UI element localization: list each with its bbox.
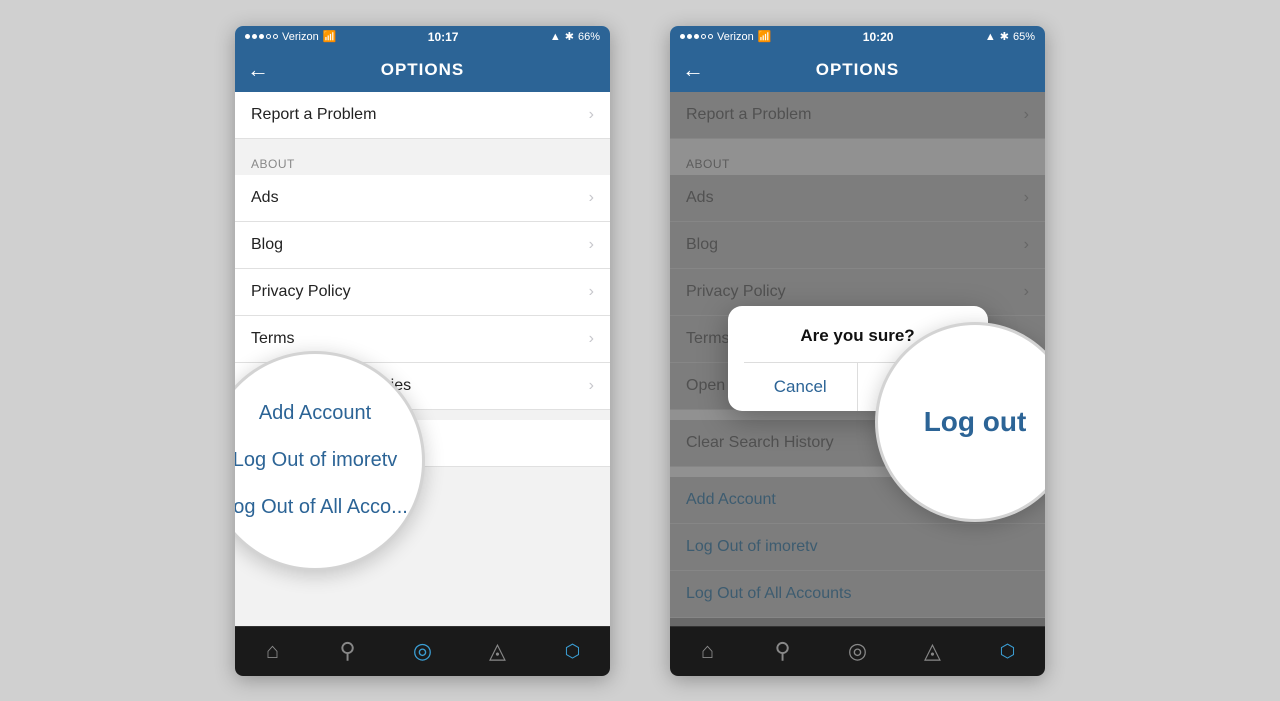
profile-icon-left: ⬡: [565, 641, 581, 662]
search-icon-right: ⚲: [774, 638, 790, 664]
list-item-privacy-left[interactable]: Privacy Policy ›: [235, 269, 610, 316]
magnifier-add-account[interactable]: Add Account: [235, 396, 422, 431]
home-icon-left: ⌂: [266, 638, 279, 664]
signal-dots-right: [680, 34, 713, 39]
camera-icon-left: ◎: [413, 638, 432, 664]
rdot4: [701, 34, 706, 39]
tab-camera-left[interactable]: ◎: [385, 627, 460, 676]
tab-profile-left[interactable]: ⬡: [535, 627, 610, 676]
dot1: [245, 34, 250, 39]
status-left-info: Verizon 📶: [245, 30, 336, 43]
tab-chat-left[interactable]: ◬: [460, 627, 535, 676]
tab-chat-right[interactable]: ◬: [895, 627, 970, 676]
chat-icon-right: ◬: [924, 638, 941, 664]
camera-icon-right: ◎: [848, 638, 867, 664]
status-right-right-info: ▲ ✱ 65%: [985, 30, 1035, 43]
gps-icon: ▲: [550, 31, 561, 43]
magnifier-logout-all[interactable]: Log Out of All Acco...: [235, 490, 422, 525]
magnifier-logout-imoretv[interactable]: Log Out of imoretv: [235, 443, 422, 478]
phone-left: Verizon 📶 10:17 ▲ ✱ 66% ← OPTIONS Report…: [235, 26, 610, 676]
dot4: [266, 34, 271, 39]
nav-bar-left: ← OPTIONS: [235, 48, 610, 92]
tab-search-right[interactable]: ⚲: [745, 627, 820, 676]
dot5: [273, 34, 278, 39]
bt-icon: ✱: [565, 30, 574, 43]
wifi-icon: 📶: [323, 30, 337, 43]
list-item-blog-left[interactable]: Blog ›: [235, 222, 610, 269]
gps-icon-right: ▲: [985, 31, 996, 43]
rdot1: [680, 34, 685, 39]
report-label-left: Report a Problem: [251, 106, 376, 124]
tab-home-right[interactable]: ⌂: [670, 627, 745, 676]
battery-right: 65%: [1013, 31, 1035, 43]
content-left: Report a Problem › ABOUT Ads › Blog › Pr…: [235, 92, 610, 626]
dot2: [252, 34, 257, 39]
tab-profile-right[interactable]: ⬡: [970, 627, 1045, 676]
home-icon-right: ⌂: [701, 638, 714, 664]
status-bar-left: Verizon 📶 10:17 ▲ ✱ 66%: [235, 26, 610, 48]
privacy-label-left: Privacy Policy: [251, 283, 351, 301]
nav-bar-right: ← OPTIONS: [670, 48, 1045, 92]
status-right-left-info: Verizon 📶: [680, 30, 771, 43]
tab-search-left[interactable]: ⚲: [310, 627, 385, 676]
dot3: [259, 34, 264, 39]
nav-title-right: OPTIONS: [816, 60, 900, 80]
time-right: 10:20: [863, 30, 894, 44]
blog-label-left: Blog: [251, 236, 283, 254]
ads-label-left: Ads: [251, 189, 279, 207]
cancel-button[interactable]: Cancel: [744, 363, 859, 411]
rdot3: [694, 34, 699, 39]
tab-camera-right[interactable]: ◎: [820, 627, 895, 676]
list-item-ads-left[interactable]: Ads ›: [235, 175, 610, 222]
chevron-terms-left: ›: [589, 330, 594, 348]
chevron-ads-left: ›: [589, 189, 594, 207]
tab-home-left[interactable]: ⌂: [235, 627, 310, 676]
carrier-left: Verizon: [282, 31, 319, 43]
search-icon-left: ⚲: [339, 638, 355, 664]
section-divider-about-left: [235, 139, 610, 149]
tab-bar-right: ⌂ ⚲ ◎ ◬ ⬡: [670, 626, 1045, 676]
magnifier-logout-text: Log out: [924, 406, 1027, 438]
carrier-right: Verizon: [717, 31, 754, 43]
profile-icon-right: ⬡: [1000, 641, 1016, 662]
wifi-icon-right: 📶: [758, 30, 772, 43]
chevron-blog-left: ›: [589, 236, 594, 254]
tab-bar-left: ⌂ ⚲ ◎ ◬ ⬡: [235, 626, 610, 676]
list-item-report-left[interactable]: Report a Problem ›: [235, 92, 610, 139]
status-right-info: ▲ ✱ 66%: [550, 30, 600, 43]
section-header-about-left: ABOUT: [235, 149, 610, 175]
battery-left: 66%: [578, 31, 600, 43]
chat-icon-left: ◬: [489, 638, 506, 664]
signal-dots: [245, 34, 278, 39]
status-bar-right: Verizon 📶 10:20 ▲ ✱ 65%: [670, 26, 1045, 48]
rdot5: [708, 34, 713, 39]
terms-label-left: Terms: [251, 330, 295, 348]
rdot2: [687, 34, 692, 39]
back-button-left[interactable]: ←: [247, 57, 269, 83]
back-button-right[interactable]: ←: [682, 57, 704, 83]
chevron-report-left: ›: [589, 106, 594, 124]
nav-title-left: OPTIONS: [381, 60, 465, 80]
chevron-privacy-left: ›: [589, 283, 594, 301]
time-left: 10:17: [428, 30, 459, 44]
chevron-opensource-left: ›: [589, 377, 594, 395]
bt-icon-right: ✱: [1000, 30, 1009, 43]
content-right: Report a Problem › ABOUT Ads › Blog › Pr…: [670, 92, 1045, 626]
phone-right: Verizon 📶 10:20 ▲ ✱ 65% ← OPTIONS Report…: [670, 26, 1045, 676]
